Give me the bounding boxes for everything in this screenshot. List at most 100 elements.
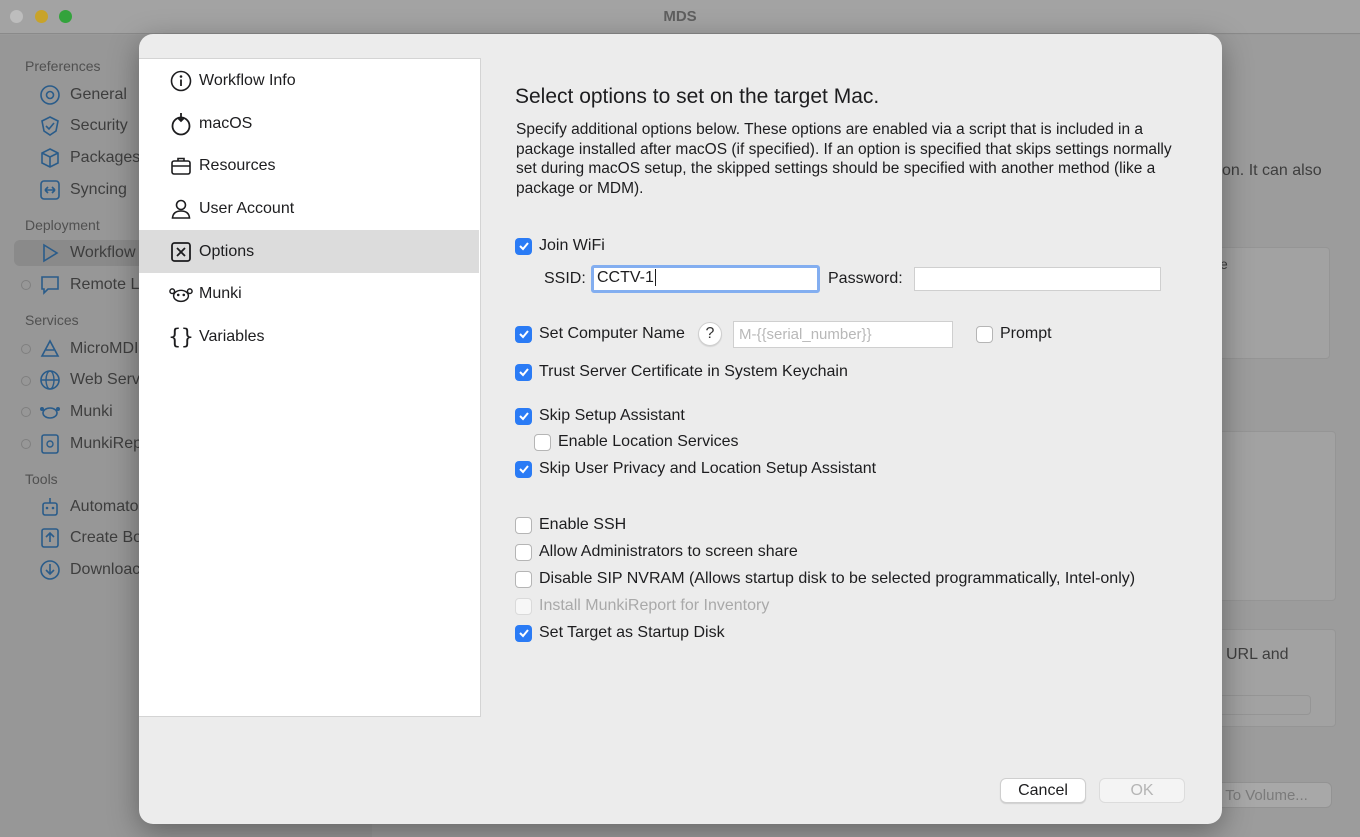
background-panel xyxy=(1212,431,1336,601)
sidebar-item-label: Munki xyxy=(70,403,113,420)
cancel-button[interactable]: Cancel xyxy=(1000,778,1086,803)
sidebar-item-remote[interactable]: Remote L xyxy=(38,272,139,298)
install-munkireport-checkbox: Install MunkiReport for Inventory xyxy=(515,597,769,615)
checkbox-label: Enable SSH xyxy=(539,516,627,533)
sidebar-item-create-boot[interactable]: Create Bo xyxy=(38,525,142,551)
checkbox-label: Disable SIP NVRAM (Allows startup disk t… xyxy=(539,570,1136,587)
sidebar-item-micromdm[interactable]: MicroMDI xyxy=(38,336,138,362)
sidebar-item-syncing[interactable]: Syncing xyxy=(38,177,127,203)
help-button[interactable]: ? xyxy=(698,322,722,346)
sidebar-section-services: Services xyxy=(25,312,79,328)
checkbox-unchecked[interactable] xyxy=(976,325,993,343)
page-title: Select options to set on the target Mac. xyxy=(515,85,880,108)
password-label: Password: xyxy=(828,270,903,287)
window-title: MDS xyxy=(663,8,697,25)
nav-item-user-account[interactable]: User Account xyxy=(139,187,479,230)
skip-setup-assistant-checkbox[interactable]: Skip Setup Assistant xyxy=(515,407,685,425)
status-dot xyxy=(21,376,31,386)
checkbox-checked[interactable] xyxy=(515,624,532,642)
nav-item-label: Munki xyxy=(199,284,242,302)
box-icon xyxy=(38,146,62,170)
gear-icon xyxy=(38,83,62,107)
sidebar-section-tools: Tools xyxy=(25,471,58,487)
play-icon xyxy=(38,241,62,265)
description-text: Specify additional options below. These … xyxy=(516,121,1172,197)
nav-item-label: Resources xyxy=(199,156,276,174)
background-table xyxy=(1212,247,1330,359)
sidebar-item-label: Security xyxy=(70,117,128,134)
macos-installer-icon xyxy=(169,112,193,136)
checkbox-label: Skip User Privacy and Location Setup Ass… xyxy=(539,460,877,477)
checkbox-checked[interactable] xyxy=(515,363,532,381)
nav-item-variables[interactable]: {} Variables xyxy=(139,315,479,358)
x-square-icon xyxy=(169,240,193,264)
checkbox-unchecked[interactable] xyxy=(515,543,532,561)
computer-name-input[interactable]: M-{{serial_number}} xyxy=(733,321,953,348)
sidebar-item-packages[interactable]: Packages xyxy=(38,145,140,171)
munki-icon xyxy=(169,282,193,306)
shield-check-icon xyxy=(38,114,62,138)
sidebar-item-label: MunkiRep xyxy=(70,435,143,452)
sync-icon xyxy=(38,178,62,202)
sidebar-item-label: Remote L xyxy=(70,276,140,293)
nav-item-resources[interactable]: Resources xyxy=(139,144,479,187)
checkbox-unchecked[interactable] xyxy=(515,516,532,534)
trust-certificate-checkbox[interactable]: Trust Server Certificate in System Keych… xyxy=(515,363,848,381)
status-dot xyxy=(21,439,31,449)
background-text: URL and xyxy=(1226,646,1289,663)
set-target-startup-disk-checkbox[interactable]: Set Target as Startup Disk xyxy=(515,624,725,642)
munkireport-icon xyxy=(38,432,62,456)
ok-button[interactable]: OK xyxy=(1099,778,1185,803)
text-cursor xyxy=(654,269,656,286)
checkbox-unchecked[interactable] xyxy=(534,433,551,451)
upload-doc-icon xyxy=(38,526,62,550)
sidebar-section-deployment: Deployment xyxy=(25,217,100,233)
nav-item-macos[interactable]: macOS xyxy=(139,102,479,145)
checkbox-unchecked[interactable] xyxy=(515,570,532,588)
nav-item-label: Workflow Info xyxy=(199,71,296,89)
sidebar-item-security[interactable]: Security xyxy=(38,113,128,139)
sidebar-item-label: MicroMDI xyxy=(70,340,139,357)
checkbox-checked[interactable] xyxy=(515,325,532,343)
sidebar-item-automaton[interactable]: Automato xyxy=(38,494,138,520)
prompt-checkbox[interactable]: Prompt xyxy=(976,325,1052,343)
skip-privacy-checkbox[interactable]: Skip User Privacy and Location Setup Ass… xyxy=(515,460,876,478)
enable-ssh-checkbox[interactable]: Enable SSH xyxy=(515,516,626,534)
checkbox-label: Skip Setup Assistant xyxy=(539,407,685,424)
checkbox-label: Trust Server Certificate in System Keych… xyxy=(539,363,848,380)
sidebar-item-munki[interactable]: Munki xyxy=(38,399,113,425)
ssid-input[interactable]: CCTV-1 xyxy=(591,265,820,293)
sidebar-item-web-server[interactable]: Web Serv xyxy=(38,367,140,393)
join-wifi-checkbox[interactable]: Join WiFi xyxy=(515,237,605,255)
sidebar-item-label: Packages xyxy=(70,149,141,166)
status-dot xyxy=(21,344,31,354)
sidebar-item-general[interactable]: General xyxy=(38,82,127,108)
checkbox-checked[interactable] xyxy=(515,460,532,478)
robot-icon xyxy=(38,495,62,519)
briefcase-icon xyxy=(169,154,193,178)
sidebar-item-label: Web Serv xyxy=(70,371,140,388)
nav-item-label: User Account xyxy=(199,199,295,217)
nav-item-label: Variables xyxy=(199,327,265,345)
nav-item-label: macOS xyxy=(199,114,253,132)
sidebar-item-label: Automato xyxy=(70,498,139,515)
allow-admins-screen-share-checkbox[interactable]: Allow Administrators to screen share xyxy=(515,543,798,561)
nav-item-workflow-info[interactable]: Workflow Info xyxy=(139,59,479,102)
background-text: on. It can also xyxy=(1222,162,1322,179)
nav-item-munki[interactable]: Munki xyxy=(139,272,479,315)
nav-item-options[interactable]: Options xyxy=(139,230,479,273)
status-dot xyxy=(21,280,31,290)
sidebar-item-download[interactable]: Downloac xyxy=(38,557,140,583)
ssid-value: CCTV-1 xyxy=(597,269,654,286)
set-computer-name-checkbox[interactable]: Set Computer Name xyxy=(515,325,685,343)
checkbox-disabled xyxy=(515,597,532,615)
sidebar-item-label: Syncing xyxy=(70,181,127,198)
enable-location-services-checkbox[interactable]: Enable Location Services xyxy=(534,433,739,451)
sidebar-item-munkireport[interactable]: MunkiRep xyxy=(38,431,142,457)
checkbox-label: Allow Administrators to screen share xyxy=(539,543,798,560)
checkbox-checked[interactable] xyxy=(515,237,532,255)
disable-sip-checkbox[interactable]: Disable SIP NVRAM (Allows startup disk t… xyxy=(515,570,1135,588)
password-input[interactable] xyxy=(914,267,1161,291)
checkbox-checked[interactable] xyxy=(515,407,532,425)
checkbox-label: Set Target as Startup Disk xyxy=(539,624,725,641)
